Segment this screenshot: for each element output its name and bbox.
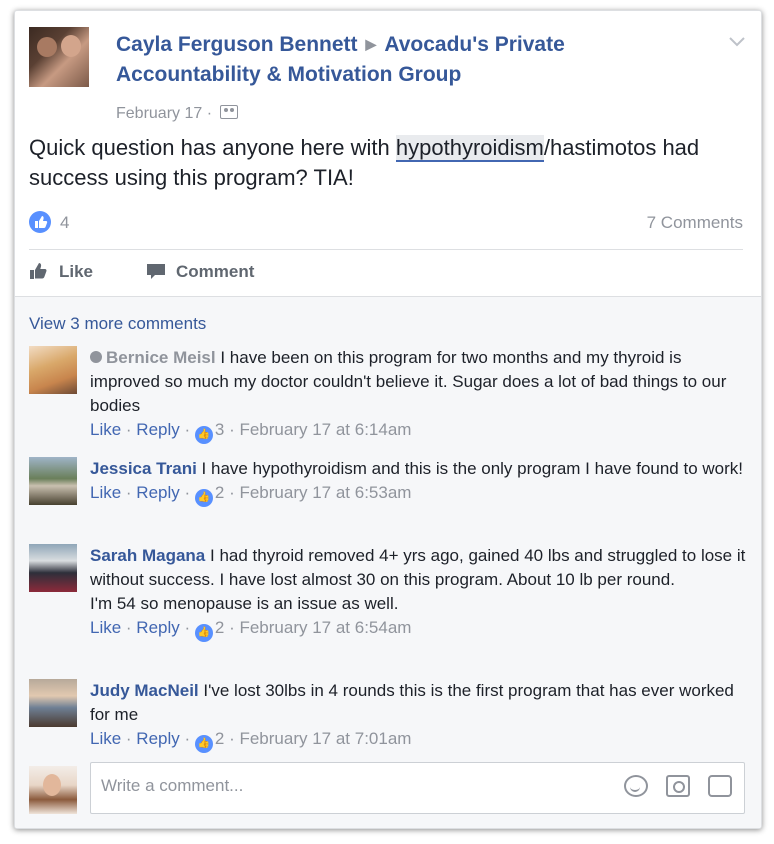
comments-section: View 3 more comments Bernice Meisl I hav… [15,296,761,828]
comment-reply-link[interactable]: Reply [136,618,179,637]
post-title: Cayla Ferguson Bennett ▶ Avocadu's Private… [116,29,636,90]
reaction-summary: 4 7 Comments [29,211,743,235]
comment-composer: Write a comment... [29,762,745,822]
post-card: Cayla Ferguson Bennett ▶ Avocadu's Private… [14,10,762,829]
arrow-right-icon: ▶ [365,36,377,52]
comment-time[interactable]: February 17 at 6:54am [239,618,411,637]
commenter-avatar[interactable] [29,679,77,727]
thumbs-up-icon: 👍 [194,735,213,753]
comment-like-link[interactable]: Like [90,618,121,637]
hashtag-link[interactable]: hypothyroidism [395,135,544,162]
comment-text-line2: I'm 54 so menopause is an issue as well. [90,594,399,613]
comment-body: Jessica Trani I have hypothyroidism and … [90,457,747,507]
comment-input[interactable]: Write a comment... [90,762,745,814]
commenter-name-link[interactable]: Sarah Magana [90,546,205,565]
post-actions: Like Comment [29,261,329,291]
thumbs-up-icon [29,262,49,280]
commenter-avatar[interactable] [29,346,77,394]
chevron-down-icon[interactable] [727,33,747,47]
comment-time[interactable]: February 17 at 7:01am [239,729,411,748]
current-user-avatar [29,766,77,814]
emoji-icon[interactable] [624,775,648,797]
comment-like-count[interactable]: 2 [215,729,224,748]
comment-like-count[interactable]: 3 [215,420,224,439]
comment-like-count[interactable]: 2 [215,483,224,502]
comments-count-link[interactable]: 7 Comments [647,213,743,233]
comment-like-count[interactable]: 2 [215,618,224,637]
post-body: Quick question has anyone here with hypo… [29,135,700,190]
thumbs-up-icon: 👍 [194,426,213,444]
comment-body: Sarah Magana I had thyroid removed 4+ yr… [90,544,747,642]
view-more-comments-link[interactable]: View 3 more comments [29,314,206,334]
group-icon [220,105,239,119]
comment-meta: Like · Reply · 👍 3 · February 17 at 6:14a… [90,418,747,444]
sticker-icon[interactable] [708,775,732,797]
comment-like-link[interactable]: Like [90,420,121,439]
commenter-name-link[interactable]: Bernice Meisl [106,348,216,367]
verified-icon [90,351,102,363]
post-header: Cayla Ferguson Bennett ▶ Avocadu's Private… [29,27,747,122]
post-timestamp: February 17 · [116,105,239,123]
comment-meta: Like · Reply · 👍 2 · February 17 at 6:54a… [90,616,747,642]
comment-reply-link[interactable]: Reply [136,483,179,502]
author-avatar[interactable] [29,27,89,87]
comment-body: Bernice Meisl I have been on this progra… [90,346,747,444]
comment-reply-link[interactable]: Reply [136,420,179,439]
comment-time[interactable]: February 17 at 6:53am [239,483,411,502]
comment-meta: Like · Reply · 👍 2 · February 17 at 7:01a… [90,727,747,753]
divider [29,249,743,250]
comment-time[interactable]: February 17 at 6:14am [239,420,411,439]
like-button[interactable]: Like [29,261,93,283]
commenter-avatar[interactable] [29,457,77,505]
comment-meta: Like · Reply · 👍 2 · February 17 at 6:53a… [90,481,747,507]
comment-like-link[interactable]: Like [90,729,121,748]
commenter-name-link[interactable]: Judy MacNeil [90,681,199,700]
author-name-link[interactable]: Cayla Ferguson Bennett [116,33,358,56]
composer-tools [606,775,732,799]
thumbs-up-icon: 👍 [194,489,213,507]
thumbs-up-icon: 👍 [194,624,213,642]
comment-placeholder: Write a comment... [101,776,244,795]
commenter-avatar[interactable] [29,544,77,592]
post-date-link[interactable]: February 17 [116,105,202,122]
like-count[interactable]: 4 [60,213,69,233]
camera-icon[interactable] [666,775,690,797]
thumbs-up-icon[interactable] [29,211,51,233]
comment-like-link[interactable]: Like [90,483,121,502]
comment-reply-link[interactable]: Reply [136,729,179,748]
commenter-name-link[interactable]: Jessica Trani [90,459,197,478]
comment-icon [146,262,166,280]
comment-body: Judy MacNeil I've lost 30lbs in 4 rounds… [90,679,747,753]
comment-text: I have hypothyroidism and this is the on… [201,459,743,478]
comment-button[interactable]: Comment [146,261,254,283]
